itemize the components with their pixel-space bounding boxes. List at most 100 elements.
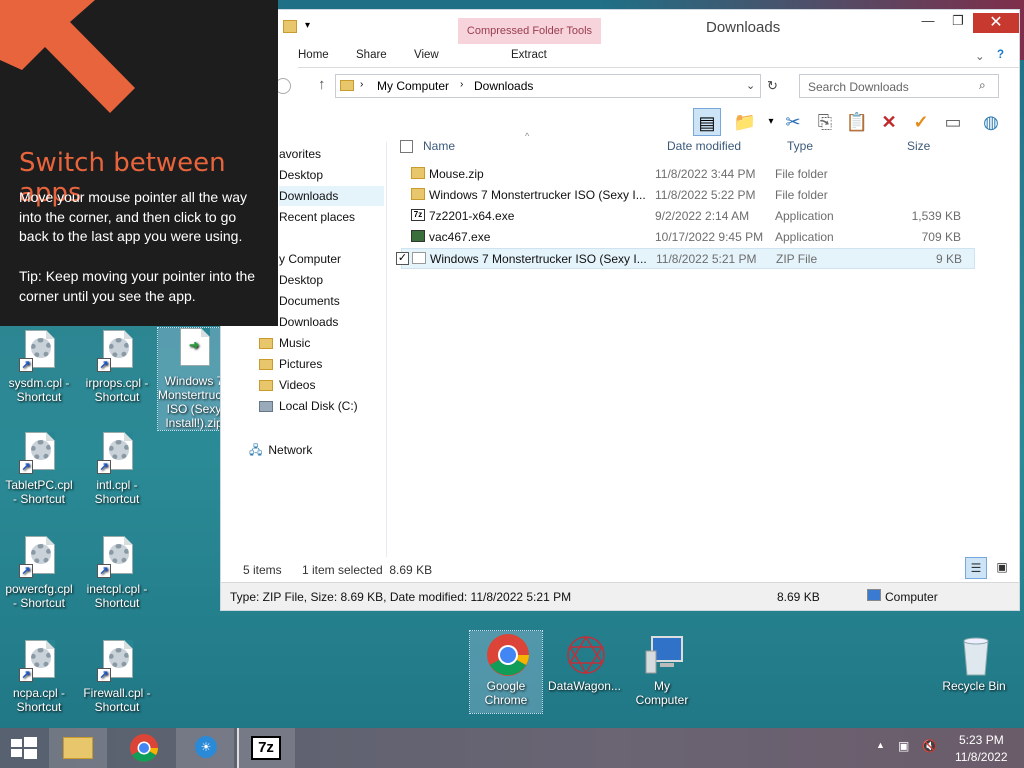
desktop-icon-intl[interactable]: ↗ intl.cpl - Shortcut [81, 432, 153, 506]
zip-icon: ➜ [189, 338, 200, 352]
rename-check-icon[interactable]: ✓ [907, 108, 935, 136]
taskbar-chrome[interactable] [115, 728, 173, 768]
nav-network[interactable]: 🖧 Network [249, 441, 312, 462]
nav-downloads[interactable]: Downloads [279, 186, 384, 206]
desktop-icon-sysdm[interactable]: ↗ sysdm.cpl - Shortcut [3, 330, 75, 404]
up-arrow-icon[interactable]: ↑ [318, 76, 326, 93]
compressed-folder-tools-tab[interactable]: Compressed Folder Tools [458, 18, 601, 44]
delete-icon[interactable]: ✕ [875, 108, 903, 136]
select-all-checkbox[interactable] [400, 140, 413, 153]
file-explorer-icon [63, 737, 93, 759]
file-name: 7z2201-x64.exe [429, 209, 515, 223]
file-name: Mouse.zip [429, 167, 484, 181]
nav-label: Local Disk (C:) [279, 399, 358, 413]
ribbon-expand-icon[interactable]: ⌄ [975, 49, 985, 63]
maximize-button[interactable]: ❐ [943, 13, 973, 33]
address-row: ↑ › My Computer › Downloads ⌄ ↻ Search D… [221, 68, 1019, 104]
volume-muted-icon[interactable]: 🔇 [922, 739, 937, 753]
desktop-icon-datawagon[interactable]: DataWagon... [548, 633, 621, 693]
quick-access-dropdown-icon[interactable]: ▾ [305, 20, 310, 31]
row-checkbox-checked[interactable]: ✓ [396, 252, 409, 265]
tab-extract[interactable]: Extract [511, 49, 547, 61]
start-button[interactable] [0, 728, 48, 768]
desktop-icon-ncpa[interactable]: ↗ ncpa.cpl - Shortcut [3, 640, 75, 714]
search-input[interactable]: Search Downloads [799, 74, 999, 98]
taskbar-7zip[interactable]: 7z [237, 728, 295, 768]
title-bar: ▾ Compressed Folder Tools Downloads — ❐ … [221, 10, 1019, 44]
file-row-selected[interactable]: ✓ Windows 7 Monstertrucker ISO (Sexy I..… [396, 248, 975, 269]
music-folder-icon [259, 338, 273, 350]
desktop-icon-label: intl.cpl - Shortcut [94, 478, 140, 506]
tip-hint: Tip: Keep moving your pointer into the c… [19, 268, 256, 304]
file-row[interactable]: Mouse.zip 11/8/2022 3:44 PM File folder [401, 164, 975, 185]
large-icons-view-icon[interactable]: ▣ [991, 557, 1013, 579]
help-icon[interactable]: ? [997, 49, 1004, 61]
tab-home[interactable]: Home [298, 49, 329, 61]
taskbar-weather[interactable]: ☀ [176, 728, 234, 768]
desktop-icon-label: sysdm.cpl - Shortcut [8, 376, 70, 404]
breadcrumb-my-computer[interactable]: My Computer [377, 79, 449, 93]
close-button[interactable]: ✕ [973, 13, 1019, 33]
globe-icon[interactable]: ◍ [977, 108, 1005, 136]
7zip-icon: 7z [251, 736, 281, 760]
nav-my-computer[interactable]: y Computer [279, 252, 341, 266]
refresh-icon[interactable]: ↻ [767, 78, 778, 94]
column-header-date[interactable]: Date modified [667, 139, 741, 153]
file-size: 709 KB [921, 230, 961, 244]
desktop-icon-chrome[interactable]: Google Chrome [469, 630, 543, 714]
gear-icon [109, 440, 129, 460]
desktop-icon-my-computer[interactable]: My Computer [626, 633, 698, 707]
file-date: 9/2/2022 2:14 AM [655, 209, 750, 223]
file-type: File folder [775, 167, 828, 181]
computer-icon [867, 589, 881, 601]
nav-favorites[interactable]: avorites [279, 147, 321, 161]
desktop-icon-firewall[interactable]: ↗ Firewall.cpl - Shortcut [81, 640, 153, 714]
show-hidden-icons-icon[interactable]: ▲ [876, 740, 885, 750]
desktop-icon-powercfg[interactable]: ↗ powercfg.cpl - Shortcut [3, 536, 75, 610]
desktop-icon-irprops[interactable]: ↗ irprops.cpl - Shortcut [81, 330, 153, 404]
paste-icon[interactable]: 📋 [843, 108, 871, 136]
nav-label: Network [268, 443, 313, 457]
nav-videos[interactable]: Videos [259, 378, 315, 392]
nav-documents[interactable]: Documents [279, 294, 340, 308]
gear-icon [31, 338, 51, 358]
breadcrumb-downloads[interactable]: Downloads [474, 79, 533, 93]
nav-pictures[interactable]: Pictures [259, 357, 322, 371]
minimize-button[interactable]: — [913, 13, 943, 33]
switch-apps-tip-panel: Switch between apps Move your mouse poin… [0, 0, 278, 326]
preview-pane-icon[interactable]: ▤ [693, 108, 721, 136]
tab-view[interactable]: View [414, 49, 439, 61]
desktop-icon-tabletpc[interactable]: ↗ TabletPC.cpl - Shortcut [3, 432, 75, 506]
nav-downloads-2[interactable]: Downloads [279, 315, 338, 329]
properties-icon[interactable]: ▭ [939, 108, 967, 136]
nav-desktop-2[interactable]: Desktop [279, 273, 323, 287]
file-row[interactable]: Windows 7 Monstertrucker ISO (Sexy I... … [401, 185, 975, 206]
details-view-icon[interactable]: ☰ [965, 557, 987, 579]
clock-date[interactable]: 11/8/2022 [955, 750, 1008, 764]
nav-music[interactable]: Music [259, 336, 310, 350]
network-icon[interactable]: ▣ [898, 739, 909, 753]
desktop-icon-label: DataWagon... [548, 679, 621, 693]
desktop-icon-inetcpl[interactable]: ↗ inetcpl.cpl - Shortcut [81, 536, 153, 610]
weather-icon: ☀ [195, 736, 217, 758]
nav-desktop[interactable]: Desktop [279, 168, 323, 182]
clock-time[interactable]: 5:23 PM [959, 733, 1004, 747]
chevron-down-icon[interactable]: ⌄ [746, 79, 755, 92]
column-header-type[interactable]: Type [787, 139, 813, 153]
new-folder-icon[interactable]: 📁 [731, 108, 759, 136]
file-row[interactable]: vac467.exe 10/17/2022 9:45 PM Applicatio… [401, 227, 975, 248]
address-bar[interactable]: › My Computer › Downloads ⌄ [335, 74, 761, 98]
copy-icon[interactable]: ⎘ [811, 108, 839, 136]
column-header-name[interactable]: Name [423, 139, 455, 153]
file-name: Windows 7 Monstertrucker ISO (Sexy I... [429, 188, 646, 202]
column-header-size[interactable]: Size [907, 139, 930, 153]
tab-share[interactable]: Share [356, 49, 387, 61]
cut-icon[interactable]: ✂ [779, 108, 807, 136]
windows-logo-icon [11, 737, 37, 759]
desktop-icon-recycle-bin[interactable]: Recycle Bin [938, 633, 1010, 693]
nav-recent-places[interactable]: Recent places [279, 210, 355, 224]
nav-local-disk[interactable]: Local Disk (C:) [259, 399, 358, 413]
desktop-icon-label: My Computer [635, 679, 689, 707]
taskbar-file-explorer[interactable] [49, 728, 107, 768]
file-row[interactable]: 7z 7z2201-x64.exe 9/2/2022 2:14 AM Appli… [401, 206, 975, 227]
